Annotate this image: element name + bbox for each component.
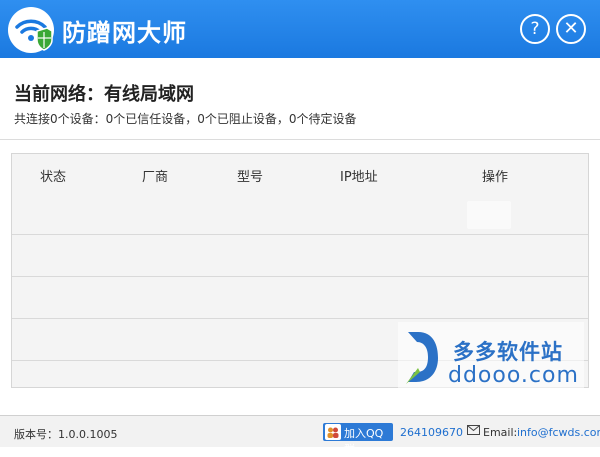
divider: [0, 139, 600, 140]
watermark-domain: ddooo.com: [448, 363, 579, 388]
table-row: [12, 236, 588, 277]
mail-icon: [467, 425, 480, 435]
email-label: Email:: [483, 426, 518, 439]
qq-button-label: 加入QQ群: [344, 427, 384, 456]
action-cell-placeholder: [467, 201, 511, 229]
title-bar: 防蹭网大师 ? ✕: [0, 0, 600, 58]
device-summary: 共连接0个设备：0个已信任设备，0个已阻止设备，0个待定设备: [14, 112, 357, 126]
table-row: [12, 278, 588, 319]
version-label: 版本号：1.0.0.1005: [14, 428, 118, 441]
network-title: 当前网络：有线局域网: [14, 84, 194, 105]
column-header-model: 型号: [237, 170, 264, 185]
help-button[interactable]: ?: [520, 14, 550, 44]
column-header-vendor: 厂商: [142, 170, 169, 185]
app-title: 防蹭网大师: [62, 19, 187, 47]
watermark: 多多软件站 ddooo.com: [398, 322, 584, 390]
column-header-status: 状态: [40, 170, 67, 185]
wifi-shield-logo-icon: [8, 7, 54, 53]
watermark-site-name: 多多软件站: [453, 340, 563, 364]
table-header: 状态 厂商 型号 IP地址 操作: [12, 154, 588, 195]
join-qq-group-button[interactable]: 加入QQ群: [323, 423, 393, 456]
email-link[interactable]: info@fcwds.com: [517, 426, 600, 439]
site-logo-icon: [406, 332, 438, 384]
close-button[interactable]: ✕: [556, 14, 586, 44]
column-header-actions: 操作: [482, 170, 509, 185]
qq-group-icon: [325, 424, 341, 440]
column-header-ip-address: IP地址: [340, 170, 378, 185]
qq-group-number: 264109670: [400, 426, 463, 439]
status-bar: 版本号：1.0.0.1005 加入QQ群 264109670 Email: in…: [0, 415, 600, 456]
